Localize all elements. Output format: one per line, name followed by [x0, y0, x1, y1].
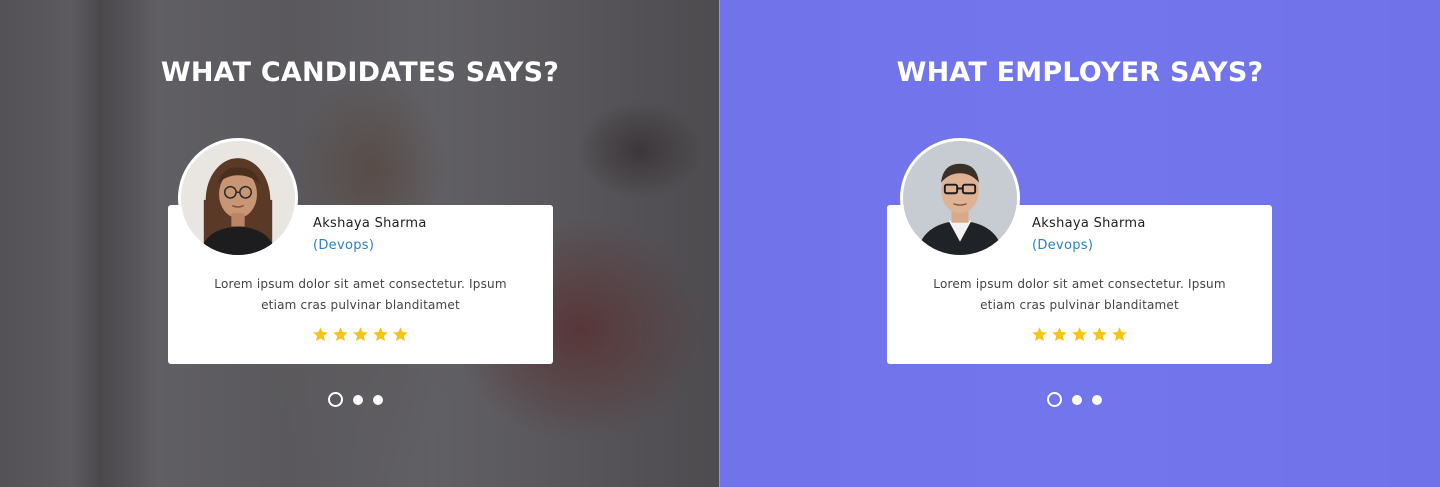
employer-avatar	[900, 138, 1020, 258]
employer-panel: WHAT EMPLOYER SAYS? Akshaya Sharma (Devo…	[720, 0, 1440, 487]
woman-portrait-icon	[181, 141, 295, 255]
employer-name: Akshaya Sharma	[1032, 216, 1146, 231]
star-icon	[372, 326, 389, 343]
candidate-quote-line-2: etiam cras pulvinar blanditamet	[261, 298, 460, 312]
slider-dot-1[interactable]	[1047, 392, 1062, 407]
star-icon	[1031, 326, 1048, 343]
slider-dot-3[interactable]	[1092, 394, 1102, 405]
employer-slider-dots	[1047, 392, 1102, 407]
man-portrait-icon	[903, 141, 1017, 255]
employer-quote-line-1: Lorem ipsum dolor sit amet consectetur. …	[933, 277, 1226, 291]
candidate-name: Akshaya Sharma	[313, 216, 427, 231]
star-icon	[1091, 326, 1108, 343]
candidate-rating	[168, 326, 553, 343]
candidate-quote: Lorem ipsum dolor sit amet consectetur. …	[168, 274, 553, 316]
candidate-quote-line-1: Lorem ipsum dolor sit amet consectetur. …	[214, 277, 507, 291]
star-icon	[332, 326, 349, 343]
star-icon	[392, 326, 409, 343]
employer-role: (Devops)	[1032, 238, 1094, 253]
employer-rating	[887, 326, 1272, 343]
star-icon	[1071, 326, 1088, 343]
candidates-heading: WHAT CANDIDATES SAYS?	[160, 57, 560, 88]
candidate-avatar	[178, 138, 298, 258]
employer-quote-line-2: etiam cras pulvinar blanditamet	[980, 298, 1179, 312]
star-icon	[312, 326, 329, 343]
employer-heading: WHAT EMPLOYER SAYS?	[896, 57, 1264, 88]
star-icon	[1111, 326, 1128, 343]
candidate-role: (Devops)	[313, 238, 375, 253]
slider-dot-3[interactable]	[373, 394, 383, 405]
star-icon	[352, 326, 369, 343]
slider-dot-1[interactable]	[328, 392, 343, 407]
slider-dot-2[interactable]	[1072, 394, 1082, 405]
candidates-panel: WHAT CANDIDATES SAYS? Akshaya Sharma (De…	[0, 0, 720, 487]
slider-dot-2[interactable]	[353, 394, 363, 405]
candidate-slider-dots	[328, 392, 383, 407]
testimonials-section: WHAT CANDIDATES SAYS? Akshaya Sharma (De…	[0, 0, 1440, 487]
employer-quote: Lorem ipsum dolor sit amet consectetur. …	[887, 274, 1272, 316]
star-icon	[1051, 326, 1068, 343]
